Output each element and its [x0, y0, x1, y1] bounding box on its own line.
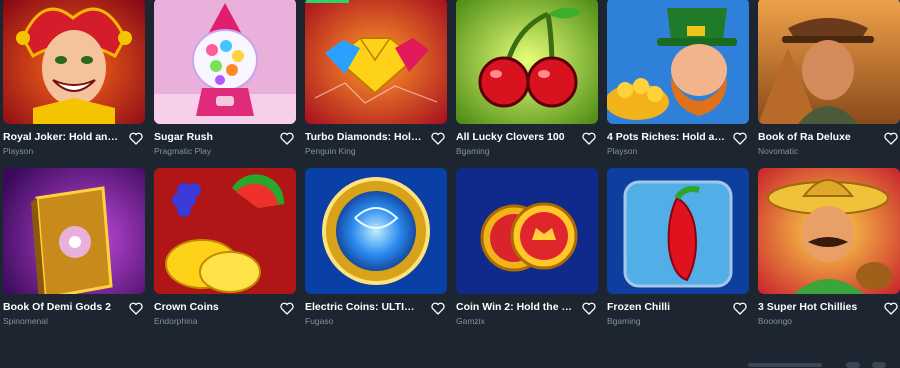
game-thumbnail[interactable] [154, 0, 296, 124]
game-provider: Playson [607, 146, 638, 156]
golden-book-icon [3, 168, 145, 294]
frozen-chilli-icon [607, 168, 749, 294]
fruits-icon [154, 168, 296, 294]
game-provider: Penguin King [305, 146, 356, 156]
game-card-coin-win-2[interactable]: Coin Win 2: Hold the Spin Gamzix [456, 168, 598, 332]
game-title[interactable]: Coin Win 2: Hold the Spin [456, 301, 574, 313]
favorite-heart-icon[interactable] [431, 302, 445, 315]
game-thumbnail[interactable] [607, 0, 749, 124]
game-title[interactable]: 3 Super Hot Chillies [758, 301, 876, 313]
game-provider: Pragmatic Play [154, 146, 212, 156]
game-card-royal-joker[interactable]: Royal Joker: Hold and Win Playson [3, 0, 145, 162]
game-thumbnail[interactable] [305, 168, 447, 294]
game-title[interactable]: Book Of Demi Gods 2 [3, 301, 121, 313]
game-title[interactable]: Crown Coins [154, 301, 272, 313]
game-card-book-of-ra-deluxe[interactable]: Book of Ra Deluxe Novomatic [758, 0, 900, 162]
favorite-heart-icon[interactable] [733, 132, 747, 145]
explorer-icon [758, 0, 900, 124]
favorite-heart-icon[interactable] [884, 132, 898, 145]
favorite-heart-icon[interactable] [582, 302, 596, 315]
game-title[interactable]: Frozen Chilli [607, 301, 725, 313]
game-card-crown-coins[interactable]: Crown Coins Endorphina [154, 168, 296, 332]
game-title[interactable]: Book of Ra Deluxe [758, 131, 876, 143]
game-provider: Fugaso [305, 316, 334, 326]
game-thumbnail[interactable] [607, 168, 749, 294]
favorite-heart-icon[interactable] [884, 302, 898, 315]
load-more-button[interactable] [748, 363, 822, 367]
game-provider: Novomatic [758, 146, 799, 156]
diamonds-icon [305, 0, 447, 124]
game-card-electric-coins[interactable]: Electric Coins: ULTIMATE Fugaso [305, 168, 447, 332]
game-thumbnail[interactable] [3, 0, 145, 124]
game-title[interactable]: 4 Pots Riches: Hold and Win [607, 131, 725, 143]
game-card-turbo-diamonds[interactable]: Turbo Diamonds: Hold & Win Penguin King [305, 0, 447, 162]
mariachi-icon [758, 168, 900, 294]
game-thumbnail[interactable] [456, 0, 598, 124]
favorite-heart-icon[interactable] [280, 132, 294, 145]
game-card-3-super-hot-chillies[interactable]: 3 Super Hot Chillies Booongo [758, 168, 900, 332]
favorite-heart-icon[interactable] [129, 132, 143, 145]
game-thumbnail[interactable] [758, 0, 900, 124]
cherries-icon [456, 0, 598, 124]
electric-coin-icon [305, 168, 447, 294]
game-card-4-pots-riches[interactable]: 4 Pots Riches: Hold and Win Playson [607, 0, 749, 162]
favorite-heart-icon[interactable] [582, 132, 596, 145]
next-page-button[interactable] [872, 362, 886, 368]
game-provider: Booongo [758, 316, 793, 326]
game-title[interactable]: Sugar Rush [154, 131, 272, 143]
game-card-frozen-chilli[interactable]: Frozen Chilli Bgaming [607, 168, 749, 332]
game-title[interactable]: All Lucky Clovers 100 [456, 131, 574, 143]
favorite-heart-icon[interactable] [129, 302, 143, 315]
favorite-heart-icon[interactable] [280, 302, 294, 315]
game-thumbnail[interactable] [456, 168, 598, 294]
game-provider: Spinomenal [3, 316, 48, 326]
game-thumbnail[interactable] [305, 0, 447, 124]
joker-jester-icon [3, 0, 145, 124]
favorite-heart-icon[interactable] [733, 302, 747, 315]
game-provider: Bgaming [607, 316, 641, 326]
gumball-machine-icon [154, 0, 296, 124]
game-provider: Gamzix [456, 316, 485, 326]
favorite-heart-icon[interactable] [431, 132, 445, 145]
pagination-bar [0, 355, 900, 368]
prev-page-button[interactable] [846, 362, 860, 368]
game-card-sugar-rush[interactable]: Sugar Rush Pragmatic Play [154, 0, 296, 162]
game-grid: Royal Joker: Hold and Win Playson Sugar … [0, 0, 900, 368]
game-title[interactable]: Royal Joker: Hold and Win [3, 131, 121, 143]
game-thumbnail[interactable] [154, 168, 296, 294]
two-coins-icon [456, 168, 598, 294]
game-card-all-lucky-clovers[interactable]: All Lucky Clovers 100 Bgaming [456, 0, 598, 162]
game-provider: Bgaming [456, 146, 490, 156]
game-provider: Playson [3, 146, 34, 156]
game-title[interactable]: Electric Coins: ULTIMATE [305, 301, 423, 313]
leprechaun-icon [607, 0, 749, 124]
game-provider: Endorphina [154, 316, 198, 326]
game-card-book-of-demi-gods-2[interactable]: Book Of Demi Gods 2 Spinomenal [3, 168, 145, 332]
game-thumbnail[interactable] [758, 168, 900, 294]
game-thumbnail[interactable] [3, 168, 145, 294]
game-title[interactable]: Turbo Diamonds: Hold & Win [305, 131, 423, 143]
